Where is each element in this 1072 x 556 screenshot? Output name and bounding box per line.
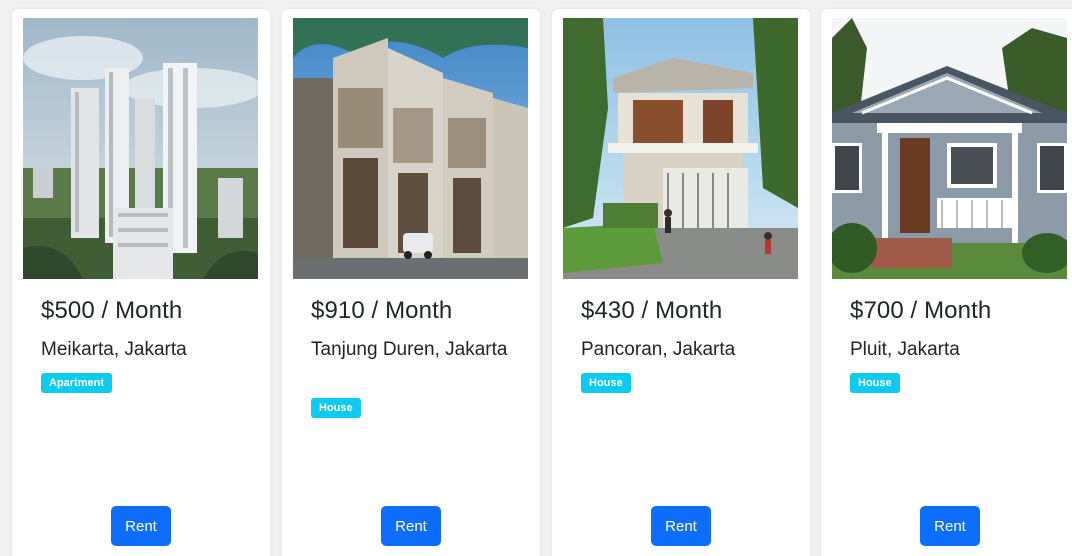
rent-button[interactable]: Rent [920,506,980,546]
rent-button[interactable]: Rent [651,506,711,546]
listing-location: Tanjung Duren, Jakarta [311,339,508,360]
listing-location: Pancoran, Jakarta [581,339,736,360]
bungalow-photo [832,18,1067,279]
listing-card: $430 / Month Pancoran, Jakarta House Ren… [552,9,810,556]
listing-card: $500 / Month Meikarta, Jakarta Apartment… [12,9,270,556]
listing-location: Pluit, Jakarta [850,339,960,360]
listing-card: $910 / Month Tanjung Duren, Jakarta Hous… [282,9,540,556]
listing-price: $430 / Month [581,297,723,324]
rent-button[interactable]: Rent [111,506,171,546]
listing-price: $500 / Month [41,297,183,324]
property-type-badge: House [850,373,900,393]
rent-button[interactable]: Rent [381,506,441,546]
listing-price: $910 / Month [311,297,453,324]
property-type-badge: House [581,373,631,393]
modern-house-photo [563,18,798,279]
apartment-towers-photo [23,18,258,279]
property-type-badge: Apartment [41,373,113,393]
townhouse-row-photo [293,18,528,279]
listing-price: $700 / Month [850,297,992,324]
listing-grid: $500 / Month Meikarta, Jakarta Apartment… [0,0,1072,556]
listing-location: Meikarta, Jakarta [41,339,187,360]
listing-card: $700 / Month Pluit, Jakarta House Rent [821,9,1072,556]
property-type-badge: House [311,398,361,418]
